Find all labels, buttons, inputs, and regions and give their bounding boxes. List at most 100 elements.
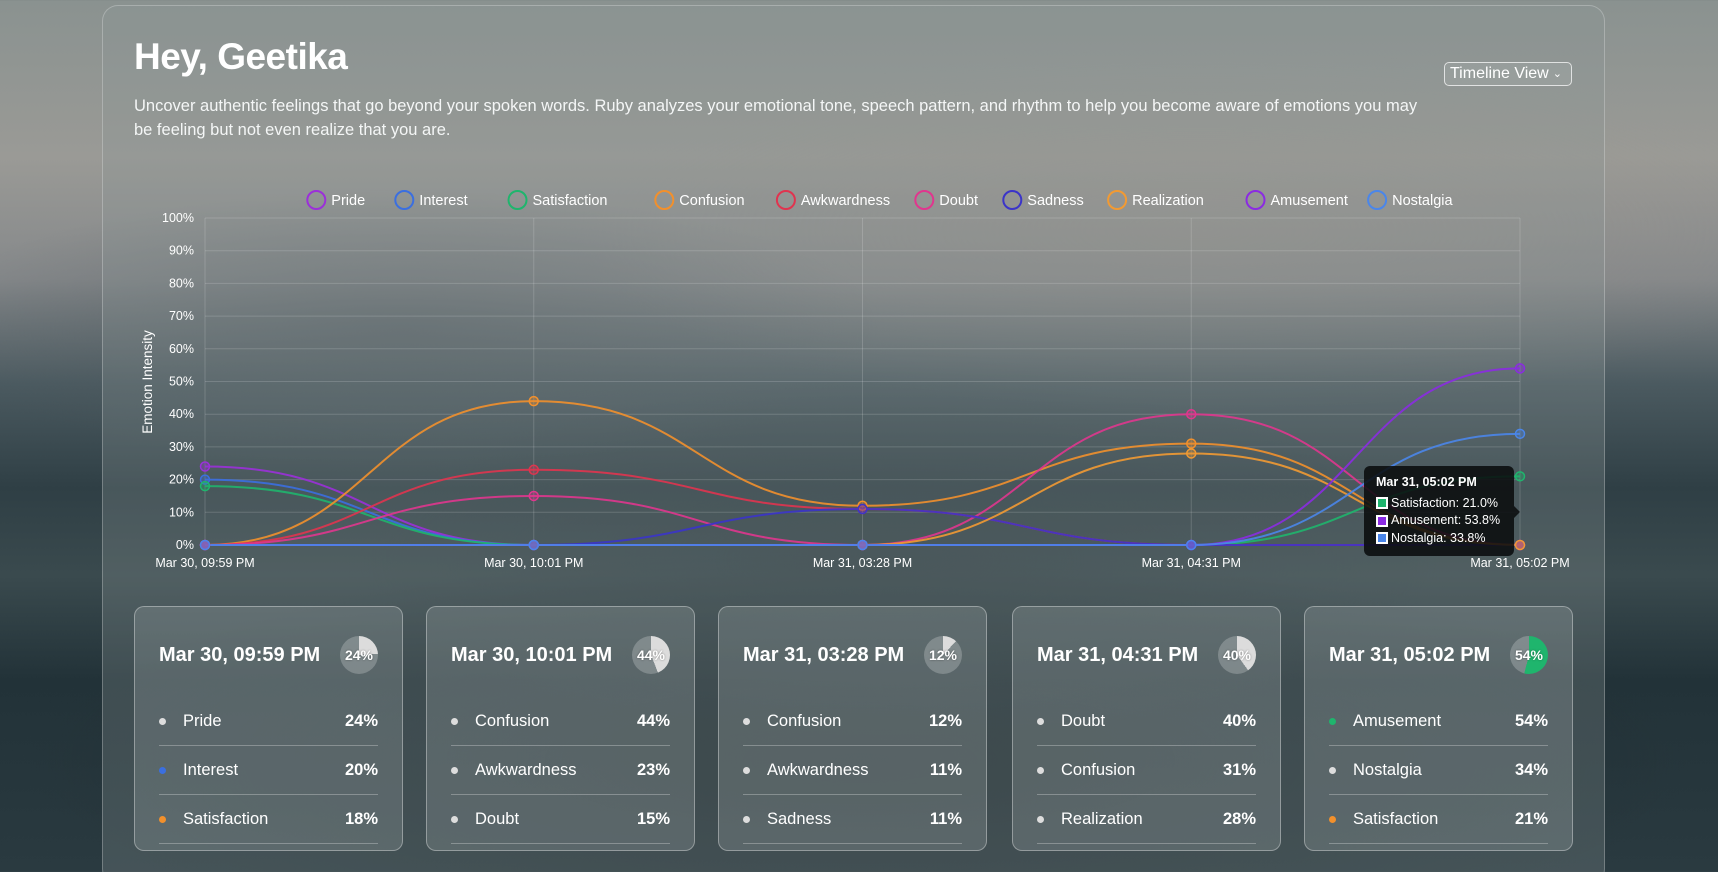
emotion-value: 11%	[929, 760, 962, 779]
data-point[interactable]	[1514, 363, 1526, 374]
emotion-dot	[159, 766, 166, 774]
y-tick-label: 60%	[169, 342, 194, 356]
legend-item[interactable]: Interest	[394, 190, 468, 210]
data-point[interactable]	[199, 461, 211, 472]
x-axis: Mar 30, 09:59 PM Mar 30, 10:01 PM Mar 31, …	[155, 556, 1569, 570]
chart-legend: Pride Interest Satisfaction Confusion Awkwar…	[306, 190, 1453, 210]
legend-label: Doubt	[939, 193, 978, 209]
legend-label: Sadness	[1027, 193, 1083, 209]
legend-item[interactable]: Nostalgia	[1367, 190, 1453, 210]
card-top-percent: 54%	[1514, 647, 1544, 663]
data-point[interactable]	[1186, 539, 1197, 551]
tooltip-swatch	[1376, 497, 1388, 510]
card-date: Mar 31, 05:02 PM	[1329, 643, 1491, 666]
emotion-row: Doubt 40%	[1037, 697, 1256, 746]
legend-marker	[914, 190, 935, 210]
data-point[interactable]	[528, 539, 539, 551]
chart-grid	[204, 217, 1521, 546]
data-point[interactable]	[1514, 539, 1526, 551]
data-point[interactable]	[199, 539, 211, 551]
data-point[interactable]	[528, 490, 539, 502]
data-point[interactable]	[1186, 448, 1197, 459]
emotion-name: Confusion	[475, 711, 550, 730]
emotion-value: 11%	[929, 809, 962, 828]
emotion-name: Awkwardness	[475, 760, 577, 779]
y-tick-label: 80%	[169, 276, 194, 290]
emotion-value: 23%	[636, 760, 670, 779]
data-point[interactable]	[1186, 408, 1197, 420]
emotion-dot	[1329, 815, 1336, 823]
summary-card[interactable]: Mar 30, 10:01 PM 44% Confusion 44% Awkwar…	[426, 606, 695, 851]
emotion-value: 40%	[1222, 711, 1256, 730]
data-point[interactable]	[857, 539, 868, 551]
emotion-value: 21%	[1514, 809, 1548, 828]
emotion-name: Satisfaction	[1353, 809, 1439, 828]
legend-label: Realization	[1132, 193, 1204, 209]
data-point[interactable]	[528, 395, 539, 407]
data-point[interactable]	[1186, 438, 1197, 449]
emotion-row: Sadness 11%	[743, 795, 962, 844]
summary-card[interactable]: Mar 31, 04:31 PM 40% Doubt 40% Confusion 3…	[1012, 606, 1281, 851]
card-date: Mar 31, 04:31 PM	[1037, 643, 1199, 666]
emotion-row: Satisfaction 18%	[159, 795, 378, 844]
emotion-name: Sadness	[767, 809, 832, 828]
emotion-value: 54%	[1514, 711, 1548, 730]
y-tick-label: 90%	[169, 244, 194, 258]
legend-label: Awkwardness	[801, 193, 890, 209]
card-date: Mar 31, 03:28 PM	[743, 643, 905, 666]
emotion-value: 28%	[1222, 809, 1256, 828]
y-tick-label: 40%	[169, 407, 194, 421]
x-tick-label: Mar 30, 09:59 PM	[155, 556, 254, 570]
emotion-dot	[451, 815, 458, 823]
emotion-name: Confusion	[767, 711, 842, 730]
legend-label: Amusement	[1271, 193, 1348, 209]
x-tick-label: Mar 31, 04:31 PM	[1142, 556, 1241, 570]
chart-tooltip: Mar 31, 05:02 PM Satisfaction: 21.0% Amu…	[1364, 466, 1520, 556]
legend-label: Satisfaction	[533, 193, 608, 209]
data-point[interactable]	[199, 480, 211, 492]
emotion-dot	[1037, 766, 1044, 774]
legend-item[interactable]: Confusion	[654, 190, 745, 210]
y-tick-label: 0%	[176, 538, 194, 552]
emotion-row: Confusion 12%	[743, 697, 962, 746]
emotion-value: 44%	[636, 711, 670, 730]
x-tick-label: Mar 30, 10:01 PM	[484, 556, 583, 570]
tooltip-arrow	[1514, 506, 1520, 518]
summary-card[interactable]: Mar 31, 03:28 PM 12% Confusion 12% Awkwar…	[718, 606, 987, 851]
y-tick-label: 70%	[169, 309, 194, 323]
emotion-row: Nostalgia 34%	[1329, 746, 1548, 795]
legend-item[interactable]: Satisfaction	[507, 190, 608, 210]
emotion-name: Pride	[183, 711, 222, 730]
legend-label: Interest	[419, 193, 467, 209]
data-point[interactable]	[528, 464, 539, 476]
emotion-row: Interest 20%	[159, 746, 378, 795]
legend-marker	[306, 190, 327, 210]
legend-item[interactable]: Pride	[306, 190, 365, 210]
legend-item[interactable]: Realization	[1107, 190, 1204, 210]
emotion-name: Confusion	[1061, 760, 1136, 779]
card-date: Mar 30, 09:59 PM	[159, 643, 321, 666]
emotion-dot	[451, 717, 458, 725]
tooltip-title: Mar 31, 05:02 PM	[1376, 475, 1477, 489]
legend-item[interactable]: Amusement	[1245, 190, 1348, 210]
y-tick-label: 20%	[169, 473, 194, 487]
emotion-dot	[451, 766, 458, 774]
legend-marker	[394, 190, 415, 210]
emotion-dot	[1037, 717, 1044, 725]
summary-card[interactable]: Mar 31, 05:02 PM 54% Amusement 54% Nostal…	[1304, 606, 1573, 851]
legend-item[interactable]: Sadness	[1002, 190, 1084, 210]
data-point[interactable]	[857, 503, 868, 515]
emotion-row: Realization 28%	[1037, 795, 1256, 844]
y-axis: 0% 10% 20% 30% 40% 50% 60% 70% 80% 90% 100%	[162, 211, 194, 552]
legend-item[interactable]: Doubt	[914, 190, 978, 210]
emotion-row: Pride 24%	[159, 697, 378, 746]
legend-item[interactable]: Awkwardness	[775, 190, 890, 210]
emotion-name: Realization	[1061, 809, 1143, 828]
data-point[interactable]	[1514, 428, 1526, 440]
tooltip-row-label: Amusement: 53.8%	[1391, 513, 1501, 527]
summary-card[interactable]: Mar 30, 09:59 PM 24% Pride 24% Interest 20…	[134, 606, 403, 851]
data-point[interactable]	[1514, 471, 1526, 482]
emotion-dot	[743, 815, 750, 823]
emotion-value: 15%	[636, 809, 670, 828]
x-tick-label: Mar 31, 05:02 PM	[1470, 556, 1569, 570]
